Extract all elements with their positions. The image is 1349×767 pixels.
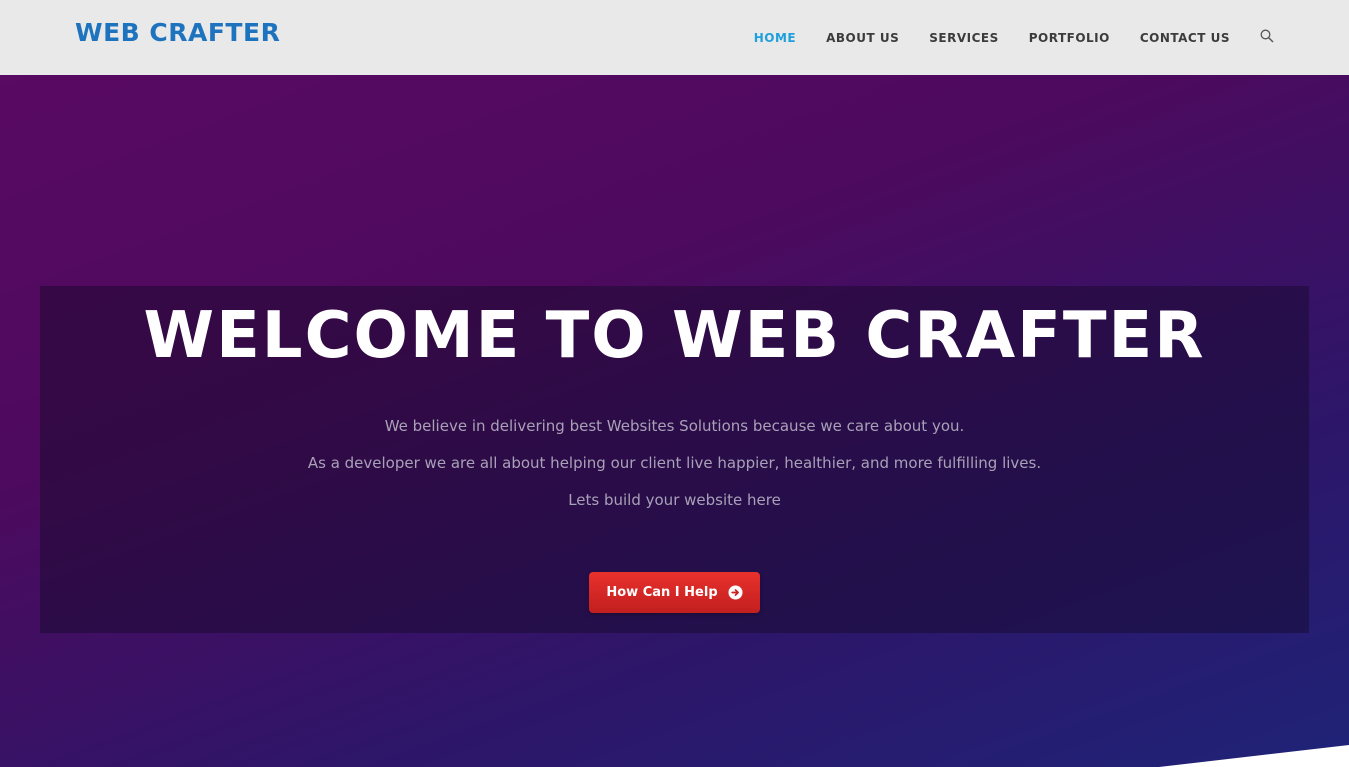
hero-wave-shape [1159, 745, 1349, 767]
hero-text-line: Lets build your website here [568, 491, 781, 509]
main-nav: HOME ABOUT US SERVICES PORTFOLIO CONTACT… [724, 0, 1274, 75]
search-icon[interactable] [1260, 29, 1274, 43]
site-header: WEB CRAFTER HOME ABOUT US SERVICES PORTF… [0, 0, 1349, 75]
site-logo[interactable]: WEB CRAFTER [75, 18, 280, 47]
how-can-i-help-button[interactable]: How Can I Help [589, 572, 760, 613]
nav-item-about-us[interactable]: ABOUT US [826, 31, 899, 45]
nav-item-contact-us[interactable]: CONTACT US [1140, 31, 1230, 45]
hero-panel: WELCOME TO WEB CRAFTER We believe in del… [40, 286, 1309, 633]
hero-section: WELCOME TO WEB CRAFTER We believe in del… [0, 75, 1349, 767]
hero-title: WELCOME TO WEB CRAFTER [143, 299, 1206, 373]
nav-item-portfolio[interactable]: PORTFOLIO [1029, 31, 1110, 45]
hero-text-line: As a developer we are all about helping … [307, 454, 1042, 472]
hero-text-line: We believe in delivering best Websites S… [384, 417, 965, 435]
arrow-circle-right-icon [728, 585, 743, 600]
nav-item-services[interactable]: SERVICES [929, 31, 998, 45]
cta-label: How Can I Help [606, 585, 718, 600]
nav-item-home[interactable]: HOME [754, 31, 796, 45]
